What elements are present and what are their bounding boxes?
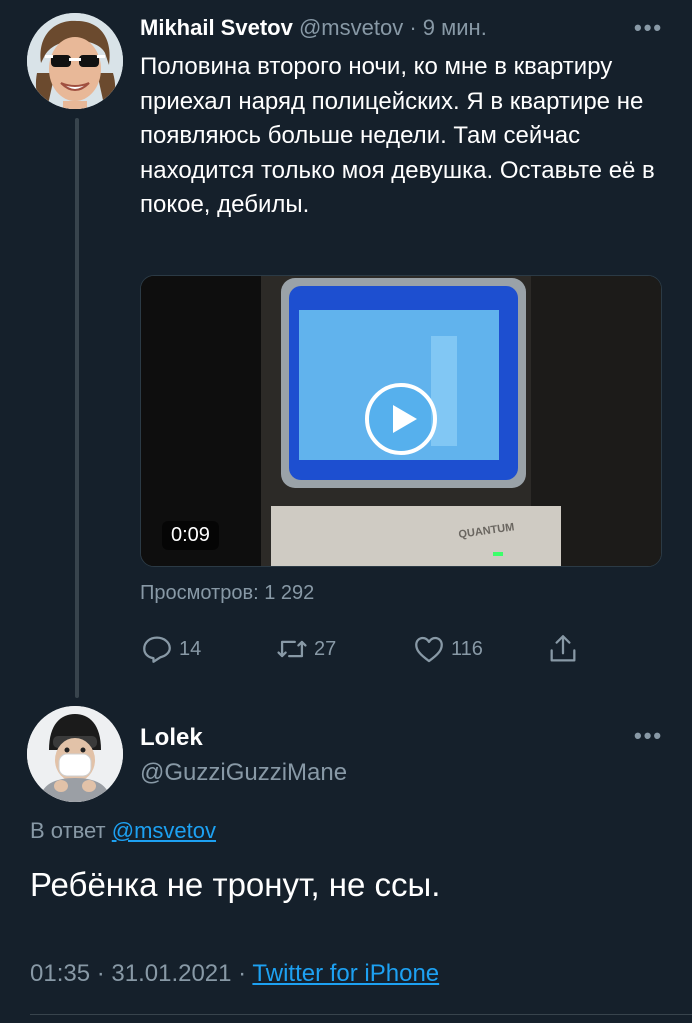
like-button[interactable]: 116 (412, 632, 483, 666)
play-icon[interactable] (363, 381, 439, 457)
more-icon[interactable]: ••• (634, 723, 663, 749)
divider (30, 1014, 692, 1015)
reply-meta: 01:35 · 31.01.2021 · Twitter for iPhone (30, 960, 439, 988)
reply-to-handle-link[interactable]: @msvetov (112, 818, 216, 843)
reply-context: В ответ @msvetov (30, 818, 216, 844)
separator-dot: · (409, 15, 417, 40)
retweet-icon (277, 640, 307, 658)
avatar-image (27, 13, 123, 109)
like-icon (415, 636, 443, 663)
reply-text: Ребёнка не тронут, не ссы. (30, 866, 441, 903)
video-player[interactable]: QUANTUM 0:09 (140, 275, 662, 567)
retweet-count: 27 (314, 637, 337, 660)
tweet-header: Mikhail Svetov @msvetov · 9 мин. (140, 15, 487, 41)
author-handle[interactable]: @msvetov (299, 15, 403, 40)
reply-author-name[interactable]: Lolek (140, 724, 203, 752)
reply-timestamp[interactable]: 01:35 · 31.01.2021 · (30, 960, 246, 987)
reply-source-link[interactable]: Twitter for iPhone (252, 960, 439, 987)
tweet-time[interactable]: 9 мин. (423, 15, 487, 40)
thread-connector-line (75, 118, 79, 698)
share-icon (550, 635, 576, 662)
more-icon[interactable]: ••• (634, 15, 663, 41)
reply-avatar-image (27, 706, 123, 802)
retweet-button[interactable]: 27 (275, 632, 336, 666)
tweet-text: Половина второго ночи, ко мне в квартиру… (140, 53, 655, 218)
video-duration: 0:09 (162, 521, 219, 550)
reply-button[interactable]: 14 (140, 632, 201, 666)
reply-author-avatar[interactable] (27, 706, 123, 802)
author-avatar[interactable] (27, 13, 123, 109)
reply-prefix: В ответ (30, 818, 106, 843)
tweet-actions: 14 27 116 (140, 632, 600, 672)
like-count: 116 (451, 637, 483, 660)
reply-icon (143, 636, 171, 663)
view-count: Просмотров: 1 292 (140, 582, 315, 604)
author-name[interactable]: Mikhail Svetov (140, 15, 293, 40)
reply-author-handle[interactable]: @GuzziGuzziMane (140, 759, 347, 787)
reply-count: 14 (179, 637, 202, 660)
share-button[interactable] (546, 632, 580, 666)
